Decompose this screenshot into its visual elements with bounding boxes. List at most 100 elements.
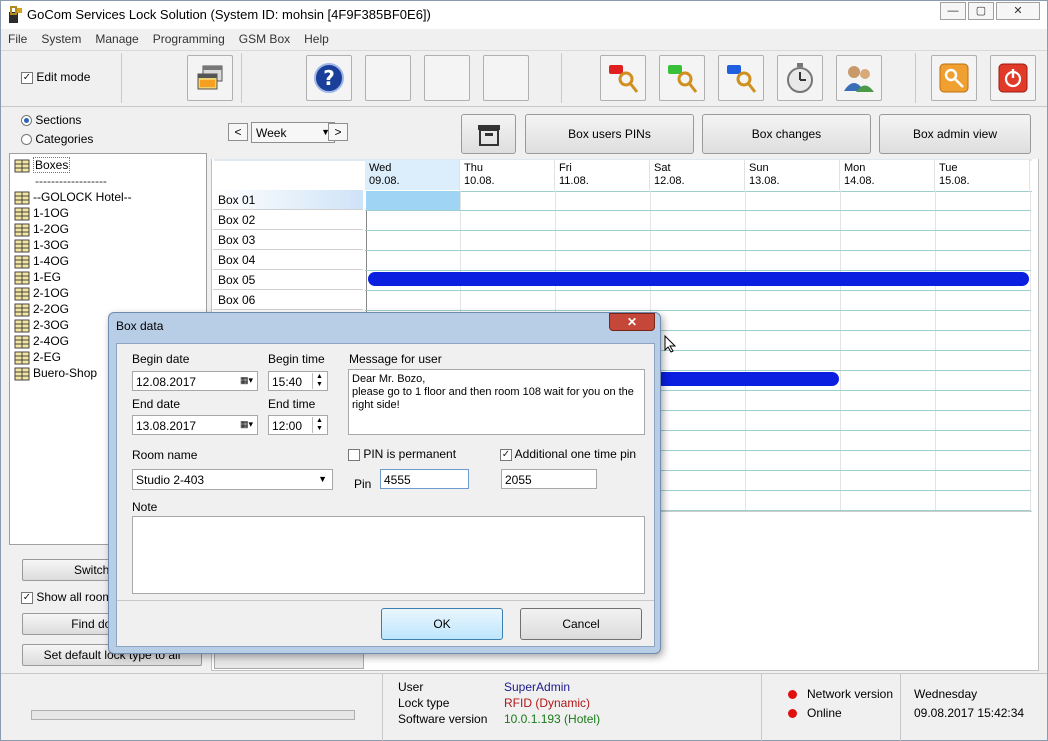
day-header: Wed 09.08. (365, 160, 460, 190)
categories-radio-dot[interactable] (21, 134, 32, 146)
day-header: Tue 15.08. (935, 160, 1030, 190)
begin-date-picker[interactable]: 12.08.2017 ▦▾ (132, 371, 258, 391)
status-separator (900, 674, 901, 741)
menu-programming[interactable]: Programming (146, 29, 232, 49)
box-row-label[interactable]: Box 02 (213, 210, 363, 230)
tree-item[interactable]: --GOLOCK Hotel-- (14, 190, 132, 206)
help-button[interactable]: ? (306, 55, 352, 101)
tree-item[interactable]: 1-1OG (14, 206, 69, 222)
menu-help[interactable]: Help (297, 29, 336, 49)
tree-item[interactable]: 2-EG (14, 350, 61, 366)
menu-file[interactable]: File (1, 29, 34, 49)
menu-system[interactable]: System (34, 29, 88, 49)
tree-item[interactable]: 2-2OG (14, 302, 69, 318)
categories-radio[interactable]: Categories (21, 132, 93, 146)
menu-manage[interactable]: Manage (88, 29, 145, 49)
stopwatch-button[interactable] (777, 55, 823, 101)
spinner-icon[interactable]: ▲ ▼ (312, 373, 326, 389)
row-line (365, 310, 1031, 311)
datetime-label: 09.08.2017 15:42:34 (914, 706, 1025, 720)
show-all-rooms-checkbox[interactable]: ✓ Show all rooms (21, 590, 118, 604)
box-changes-button[interactable]: Box changes (702, 114, 871, 154)
dialog-close-button[interactable]: ✕ (609, 313, 655, 331)
day-header: Fri 11.08. (555, 160, 650, 190)
tree-item-label: 2-3OG (33, 318, 70, 332)
tree-item[interactable]: 1-4OG (14, 254, 69, 270)
day-header: Sat 12.08. (650, 160, 745, 190)
next-week-button[interactable]: > (328, 123, 348, 141)
end-date-picker[interactable]: 13.08.2017 ▦▾ (132, 415, 258, 435)
pin-permanent-label: PIN is permanent (363, 447, 457, 461)
minimize-button[interactable]: — (940, 2, 966, 20)
begin-time-spinner[interactable]: 15:40 ▲ ▼ (268, 371, 328, 391)
edit-mode-check[interactable]: ✓ (21, 71, 33, 84)
empty-button-3[interactable] (483, 55, 529, 101)
archive-icon (477, 125, 500, 146)
windows-button[interactable] (187, 55, 233, 101)
green-key-button[interactable] (659, 55, 705, 101)
spinner-icon[interactable]: ▲ ▼ (312, 417, 326, 433)
pin-input[interactable]: 4555 (380, 469, 469, 489)
tree-item-label: 2-4OG (33, 334, 70, 348)
tree-item[interactable]: 1-3OG (14, 238, 69, 254)
users-button[interactable] (836, 55, 882, 101)
show-all-rooms-check[interactable]: ✓ (21, 591, 33, 604)
view-select[interactable]: Week ▼ (251, 122, 335, 143)
box-admin-view-button[interactable]: Box admin view (879, 114, 1031, 154)
tree-item-label: 1-3OG (33, 238, 70, 252)
additional-pin-check[interactable]: ✓ (500, 448, 512, 461)
empty-button-1[interactable] (365, 55, 411, 101)
prev-week-button[interactable]: < (228, 123, 248, 141)
tree-item[interactable]: 1-EG (14, 270, 61, 286)
blue-key-button[interactable] (718, 55, 764, 101)
blue-key-icon (727, 65, 757, 93)
tree-item[interactable]: 2-1OG (14, 286, 69, 302)
box-row-label[interactable]: Box 06 (213, 290, 363, 310)
tree-item[interactable]: 2-4OG (14, 334, 69, 350)
key-button[interactable] (931, 55, 977, 101)
tree-root[interactable]: Boxes (14, 157, 71, 174)
note-textarea[interactable] (132, 516, 645, 594)
edit-mode-label: Edit mode (36, 70, 91, 84)
pin-permanent-check[interactable] (348, 448, 360, 461)
sections-radio-dot[interactable] (21, 115, 32, 127)
ok-button[interactable]: OK (381, 608, 503, 640)
message-label: Message for user (349, 352, 442, 366)
booking-bar-box-05[interactable] (368, 272, 1029, 286)
dialog-title: Box data (116, 319, 164, 333)
pin-permanent-checkbox[interactable]: PIN is permanent (348, 447, 456, 461)
maximize-button[interactable]: ▢ (968, 2, 994, 20)
day-header: Mon 14.08. (840, 160, 935, 190)
box-icon (14, 287, 30, 301)
booking-bar-box-10[interactable] (655, 372, 839, 386)
additional-pin-input[interactable]: 2055 (501, 469, 597, 489)
box-row-label[interactable]: Box 05 (213, 270, 363, 290)
empty-button-2[interactable] (424, 55, 470, 101)
menu-gsm-box[interactable]: GSM Box (232, 29, 297, 49)
red-key-button[interactable] (600, 55, 646, 101)
cancel-button[interactable]: Cancel (520, 608, 642, 640)
archive-button[interactable] (461, 114, 516, 154)
end-time-spinner[interactable]: 12:00 ▲ ▼ (268, 415, 328, 435)
additional-pin-checkbox[interactable]: ✓ Additional one time pin (500, 447, 636, 461)
tree-item[interactable]: 1-2OG (14, 222, 69, 238)
box-row-label[interactable]: Box 03 (213, 230, 363, 250)
edit-mode-checkbox[interactable]: ✓ Edit mode (21, 70, 90, 84)
box-row-label[interactable]: Box 04 (213, 250, 363, 270)
close-button[interactable]: ✕ (996, 2, 1040, 20)
day-name: Thu (464, 162, 483, 174)
box-row-label[interactable]: Box 01 (213, 190, 363, 210)
message-textarea[interactable]: Dear Mr. Bozo, please go to 1 floor and … (348, 369, 645, 435)
box-users-pins-button[interactable]: Box users PINs (525, 114, 694, 154)
calendar-header: < Week ▼ > Box users PINs Box changes Bo… (211, 109, 1039, 159)
tree-item[interactable]: 2-3OG (14, 318, 69, 334)
day-name: Mon (844, 162, 866, 174)
exit-button[interactable] (990, 55, 1036, 101)
selected-cell[interactable] (366, 191, 460, 210)
row-line (365, 230, 1031, 231)
box-icon (14, 223, 30, 237)
day-date: 10.08. (464, 175, 495, 187)
room-name-select[interactable]: Studio 2-403 ▼ (132, 469, 333, 490)
sections-radio[interactable]: Sections (21, 113, 81, 127)
tree-item[interactable]: Buero-Shop (14, 366, 97, 382)
